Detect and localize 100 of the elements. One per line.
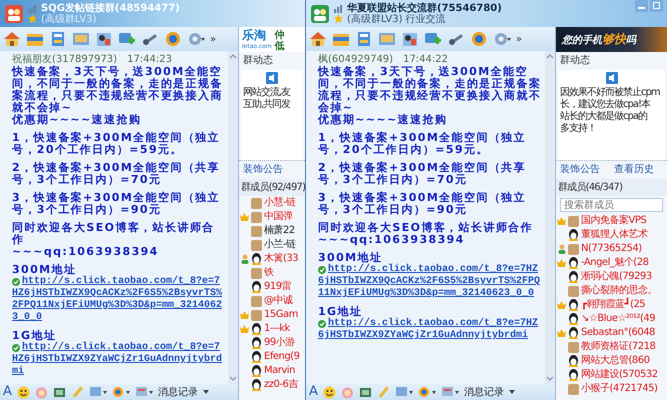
avatar-placeholder[interactable]	[568, 216, 579, 226]
avatar-placeholder[interactable]	[568, 342, 579, 352]
ring-icon[interactable]	[164, 31, 182, 47]
penguin-avatar-icon[interactable]	[568, 229, 579, 241]
message-link[interactable]: http://s.click.taobao.com/t_8?e=7HZ6jHSTbIWZX9QcACKz%2F6S5%2BsyvrTS%2FPQ11NxjEFiUMUg%3D%3D&p=mm_32140623_0_0	[12, 276, 226, 324]
screen-icon[interactable]	[378, 31, 396, 47]
chat-icon[interactable]	[118, 31, 136, 47]
caret-icon[interactable]	[508, 390, 515, 394]
member-name[interactable]: N(77365254)	[581, 243, 642, 255]
font-button[interactable]: A	[309, 385, 318, 399]
scroll-down-icon[interactable]	[229, 376, 237, 382]
member-name[interactable]: ↘☆Blue☆²⁰¹²(49	[581, 313, 656, 325]
ad-banner[interactable]: 您的手机够快吗	[556, 27, 667, 52]
member-name[interactable]: 99小游	[264, 337, 295, 349]
panel-link[interactable]: 装饰公告	[560, 164, 600, 176]
message-link[interactable]: http://s.click.taobao.com/t_8?e=7HZ6jHSTbIWZX9ZYaWCjZr1GuAdnnyjtybrdmi	[12, 342, 226, 378]
panel-icon[interactable]	[49, 31, 67, 47]
window-icon[interactable]	[440, 386, 459, 398]
penguin-avatar-icon[interactable]	[568, 257, 579, 269]
folder-icon[interactable]	[332, 31, 350, 47]
scroll-down-icon[interactable]	[546, 376, 554, 382]
maximize-icon[interactable]	[650, 0, 663, 12]
penguin-avatar-icon[interactable]	[251, 281, 262, 293]
scroll-up-icon[interactable]	[229, 53, 237, 59]
penguin-avatar-icon[interactable]	[568, 369, 579, 381]
more-button[interactable]: »	[210, 34, 216, 44]
member-name[interactable]: 国内免备案VPS	[581, 215, 646, 227]
home-icon[interactable]	[3, 31, 21, 47]
penguin-avatar-icon[interactable]	[568, 355, 579, 367]
scrollbar[interactable]	[545, 51, 555, 384]
member-name[interactable]: 中国弹	[264, 211, 292, 223]
more-button[interactable]: »	[516, 34, 522, 44]
ring-icon[interactable]	[470, 31, 488, 47]
penguin-avatar-icon[interactable]	[568, 271, 579, 283]
message-link[interactable]: http://s.click.taobao.com/t_8?e=7HZ6jHSTbIWZX9ZYaWCjZr1GuAdnnyjtybrdmi	[318, 318, 543, 342]
image-icon[interactable]	[358, 386, 372, 398]
member-name[interactable]: zz0-6吉	[264, 379, 298, 391]
message-link[interactable]: http://s.click.taobao.com/t_8?e=7HZ6jHSTbIWZX9QcACKz%2F6S5%2BsyvrTS%2FPQ11NxjEFiUMUg%3D%3D&p=mm_32140623_0_0	[318, 264, 543, 300]
member-name[interactable]: @中诚	[264, 295, 292, 307]
search-field[interactable]: 搜索群成员	[560, 198, 663, 212]
member-name[interactable]: -Angel_魅个(28	[581, 257, 648, 269]
screen-icon[interactable]	[72, 31, 90, 47]
member-name[interactable]: 1---kk	[264, 323, 290, 335]
member-name[interactable]: 919雷	[264, 281, 292, 293]
member-name[interactable]: ┏翱翔霞蓝┛(25	[581, 299, 646, 311]
panel-icon[interactable]	[355, 31, 373, 47]
image-icon[interactable]	[52, 386, 66, 398]
window-icon[interactable]	[134, 386, 153, 398]
penguin-avatar-icon[interactable]	[251, 253, 262, 265]
avatar-placeholder[interactable]	[251, 212, 262, 222]
smiley-icon[interactable]	[16, 386, 30, 398]
member-name[interactable]: 楠萧22	[264, 225, 295, 237]
avatar-placeholder[interactable]	[251, 240, 262, 250]
avatar-placeholder[interactable]	[568, 244, 579, 254]
penguin-avatar-icon[interactable]	[568, 299, 579, 311]
avatar-placeholder[interactable]	[251, 226, 262, 236]
panel-link[interactable]: 查看历史	[614, 164, 654, 176]
ring-icon[interactable]	[418, 386, 436, 398]
chat-icon[interactable]	[424, 31, 442, 47]
message-history-button[interactable]: 消息记录	[158, 385, 198, 399]
gear-icon[interactable]	[187, 31, 205, 47]
avatar-placeholder[interactable]	[568, 384, 579, 394]
penguin-avatar-icon[interactable]	[251, 351, 262, 363]
member-name[interactable]: 木篱(33	[264, 253, 298, 265]
avatar-placeholder[interactable]	[251, 296, 262, 306]
smiley-icon[interactable]	[322, 386, 336, 398]
member-name[interactable]: Efeng(9	[264, 351, 300, 363]
caret-icon[interactable]	[202, 390, 209, 394]
member-name[interactable]: 教师资格证(7218	[581, 341, 656, 353]
penguin-avatar-icon[interactable]	[251, 337, 262, 349]
minimize-icon[interactable]	[635, 0, 648, 12]
member-name[interactable]: 小兰-链	[264, 239, 296, 251]
ring-icon[interactable]	[112, 386, 130, 398]
member-name[interactable]: 铁	[264, 267, 274, 279]
panel-link[interactable]: 装饰公告	[243, 164, 283, 176]
penguin-avatar-icon[interactable]	[251, 379, 262, 391]
penguin-avatar-icon[interactable]	[251, 365, 262, 377]
gear-icon[interactable]	[493, 31, 511, 47]
member-name[interactable]: Sebastan°(6048	[581, 327, 655, 339]
penguin-avatar-icon[interactable]	[251, 323, 262, 335]
member-name[interactable]: Marvin	[264, 365, 295, 377]
member-name[interactable]: 小猴子(4721745)	[581, 383, 658, 395]
font-button[interactable]: A	[3, 385, 12, 399]
home-icon[interactable]	[309, 31, 327, 47]
avatar-placeholder[interactable]	[251, 268, 262, 278]
penguin-avatar-icon[interactable]	[568, 313, 579, 325]
avatar-placeholder[interactable]	[251, 310, 262, 320]
screenshot-icon[interactable]	[394, 386, 413, 398]
avatar-placeholder[interactable]	[568, 286, 579, 296]
member-name[interactable]: 淅弱心魄(79293	[581, 271, 652, 283]
app-icon[interactable]	[401, 31, 419, 47]
scrollbar[interactable]	[228, 51, 238, 384]
member-name[interactable]: 撕心裂肺的思念。	[581, 285, 657, 297]
app-icon[interactable]	[95, 31, 113, 47]
scroll-up-icon[interactable]	[546, 53, 554, 59]
member-name[interactable]: 董狐狸人体艺术	[581, 229, 648, 241]
member-name[interactable]: 网站建设(570532	[581, 369, 658, 381]
member-name[interactable]: 15Gam	[264, 309, 298, 321]
folder-icon[interactable]	[26, 31, 44, 47]
member-name[interactable]: 小慧-链	[264, 197, 296, 209]
